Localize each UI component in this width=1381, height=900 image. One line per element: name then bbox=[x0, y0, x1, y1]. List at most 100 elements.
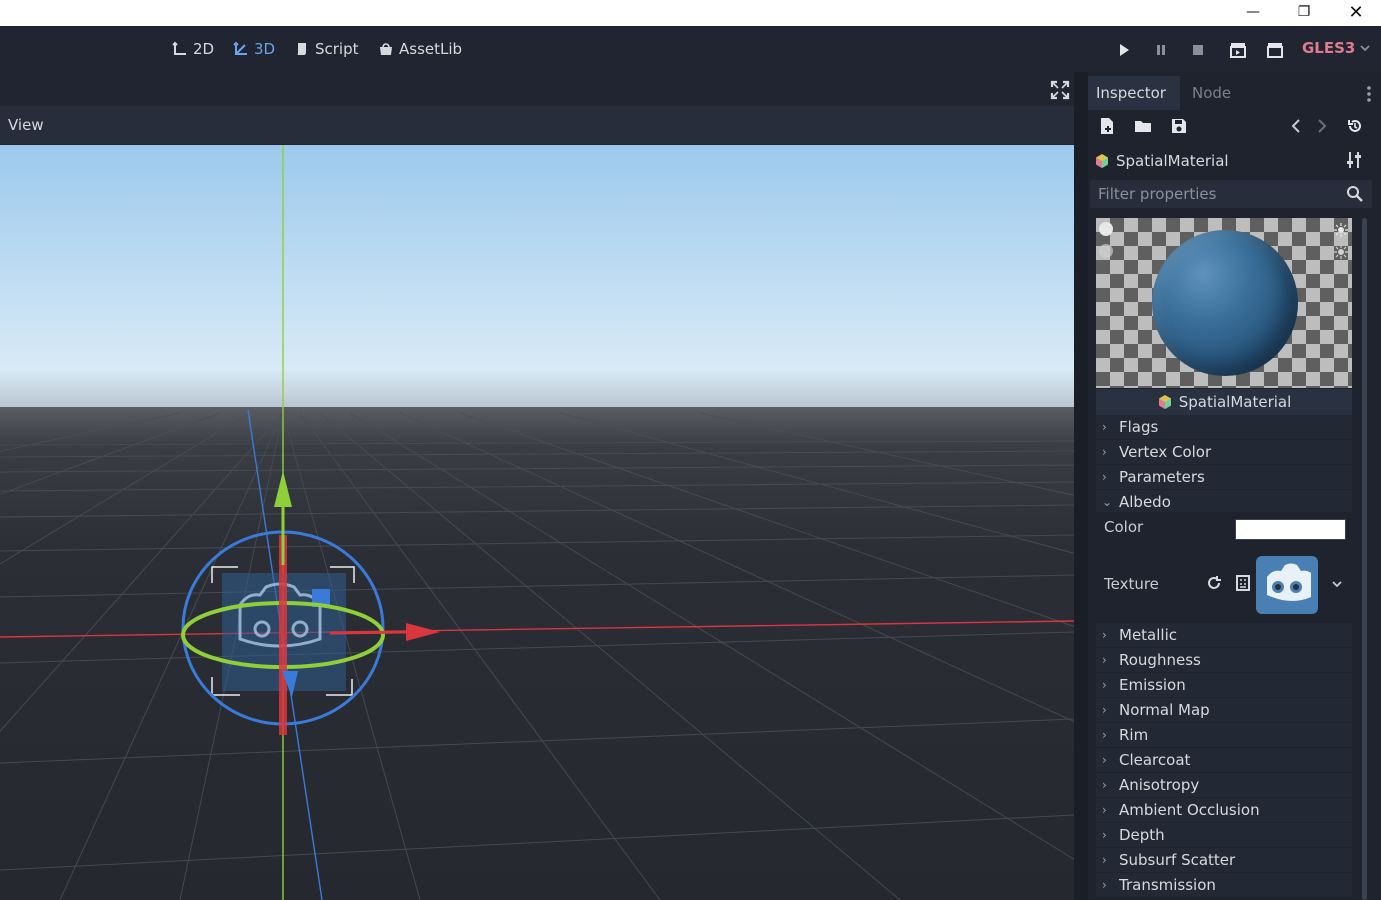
tab-inspector[interactable]: Inspector bbox=[1088, 76, 1180, 110]
dock-menu-button[interactable] bbox=[1366, 84, 1376, 104]
section-roughness[interactable]: › Roughness bbox=[1096, 648, 1352, 672]
inspector-scrollbar[interactable] bbox=[1362, 218, 1367, 900]
close-button[interactable]: ✕ bbox=[1333, 0, 1379, 24]
view-menu-label: View bbox=[8, 116, 44, 134]
assetlib-icon bbox=[380, 43, 392, 55]
section-transmission[interactable]: › Transmission bbox=[1096, 873, 1352, 897]
chevron-right-icon: › bbox=[1102, 703, 1107, 717]
chevron-right-icon: › bbox=[1102, 628, 1107, 642]
history-forward-button[interactable] bbox=[1312, 116, 1332, 136]
revert-icon bbox=[1208, 576, 1221, 589]
object-settings-button[interactable] bbox=[1346, 150, 1364, 170]
tab-inspector-label: Inspector bbox=[1096, 84, 1166, 102]
editor-topbar: 2D 3D Script AssetLib GLES3 bbox=[0, 26, 1381, 72]
filter-properties-input[interactable] bbox=[1098, 184, 1338, 204]
section-albedo[interactable]: ⌄ Albedo bbox=[1096, 490, 1352, 514]
fullscreen-icon bbox=[1050, 80, 1070, 100]
history-back-button[interactable] bbox=[1286, 116, 1306, 136]
renderer-dropdown[interactable]: GLES3 bbox=[1302, 39, 1371, 57]
clapperboard-custom-icon bbox=[1267, 43, 1283, 58]
preview-sphere-button[interactable] bbox=[1334, 222, 1348, 237]
section-label: Rim bbox=[1119, 726, 1149, 744]
pause-icon bbox=[1157, 45, 1165, 55]
filter-properties-box bbox=[1090, 180, 1372, 208]
history-icon bbox=[1348, 120, 1361, 132]
renderer-label: GLES3 bbox=[1302, 39, 1356, 57]
section-vertex-color[interactable]: › Vertex Color bbox=[1096, 440, 1352, 464]
mode-3d-button[interactable]: 3D bbox=[233, 38, 275, 60]
section-label: Flags bbox=[1119, 418, 1159, 436]
2d-mode-icon bbox=[172, 41, 186, 55]
tab-node-label: Node bbox=[1192, 84, 1232, 102]
section-label: Roughness bbox=[1119, 651, 1201, 669]
mode-2d-label: 2D bbox=[193, 40, 215, 58]
chevron-down-icon bbox=[1360, 45, 1370, 52]
section-flags[interactable]: › Flags bbox=[1096, 415, 1352, 439]
section-clearcoat[interactable]: › Clearcoat bbox=[1096, 748, 1352, 772]
chevron-right-icon: › bbox=[1102, 678, 1107, 692]
preview-box-button[interactable] bbox=[1334, 244, 1348, 259]
dock-splitter[interactable] bbox=[1074, 72, 1088, 900]
stop-button[interactable] bbox=[1189, 41, 1207, 59]
material-preview bbox=[1096, 218, 1352, 388]
sky bbox=[0, 145, 1074, 409]
chevron-right-icon: › bbox=[1102, 728, 1107, 742]
ground-plane bbox=[0, 407, 1074, 900]
pause-button[interactable] bbox=[1152, 41, 1170, 59]
save-resource-button[interactable] bbox=[1169, 116, 1189, 136]
section-emission[interactable]: › Emission bbox=[1096, 673, 1352, 697]
albedo-texture-slot[interactable] bbox=[1256, 556, 1318, 614]
play-button[interactable] bbox=[1115, 41, 1133, 59]
preview-light-2-toggle[interactable] bbox=[1099, 244, 1113, 258]
section-metallic[interactable]: › Metallic bbox=[1096, 623, 1352, 647]
history-button[interactable] bbox=[1345, 116, 1365, 136]
open-resource-button[interactable] bbox=[1133, 116, 1153, 136]
section-anisotropy[interactable]: › Anisotropy bbox=[1096, 773, 1352, 797]
section-label: Parameters bbox=[1119, 468, 1205, 486]
mode-2d-button[interactable]: 2D bbox=[172, 38, 214, 60]
resource-path-row[interactable]: SpatialMaterial bbox=[1094, 148, 1374, 174]
play-scene-button[interactable] bbox=[1229, 41, 1247, 59]
chevron-right-icon: › bbox=[1102, 828, 1107, 842]
chevron-right-icon: › bbox=[1102, 753, 1107, 767]
section-depth[interactable]: › Depth bbox=[1096, 823, 1352, 847]
section-normal-map[interactable]: › Normal Map bbox=[1096, 698, 1352, 722]
texture-revert-button[interactable] bbox=[1207, 574, 1225, 594]
distraction-free-button[interactable] bbox=[1050, 80, 1070, 100]
section-ambient-occlusion[interactable]: › Ambient Occlusion bbox=[1096, 798, 1352, 822]
section-subsurf-scatter[interactable]: › Subsurf Scatter bbox=[1096, 848, 1352, 872]
window-titlebar: — ❐ ✕ bbox=[0, 0, 1381, 26]
folder-icon bbox=[1135, 121, 1151, 132]
inspector-dock: Inspector Node SpatialMaterial Filter pr… bbox=[1088, 72, 1381, 900]
chevron-right-icon bbox=[1318, 119, 1327, 133]
play-custom-scene-button[interactable] bbox=[1266, 41, 1284, 59]
chevron-left-icon bbox=[1291, 119, 1300, 133]
minimize-button[interactable]: — bbox=[1230, 0, 1276, 24]
section-parameters[interactable]: › Parameters bbox=[1096, 465, 1352, 489]
section-rim[interactable]: › Rim bbox=[1096, 723, 1352, 747]
albedo-color-picker[interactable] bbox=[1235, 519, 1346, 540]
viewport-view-menu[interactable]: View bbox=[0, 106, 1074, 144]
section-label: Anisotropy bbox=[1119, 776, 1200, 794]
mode-script-button[interactable]: Script bbox=[294, 38, 359, 60]
kebab-menu-icon bbox=[1367, 86, 1371, 102]
mode-assetlib-button[interactable]: AssetLib bbox=[378, 38, 462, 60]
save-icon bbox=[1172, 119, 1186, 133]
section-label: Normal Map bbox=[1119, 701, 1210, 719]
chevron-right-icon: › bbox=[1102, 853, 1107, 867]
section-label: Albedo bbox=[1119, 493, 1171, 511]
section-label: Transmission bbox=[1119, 876, 1216, 894]
tab-node[interactable]: Node bbox=[1184, 76, 1239, 110]
section-label: Vertex Color bbox=[1119, 443, 1212, 461]
search-icon bbox=[1347, 186, 1363, 202]
3d-viewport[interactable] bbox=[0, 145, 1074, 900]
material-preview-name: SpatialMaterial bbox=[1178, 393, 1292, 411]
stop-icon bbox=[1193, 45, 1203, 55]
maximize-button[interactable]: ❐ bbox=[1281, 0, 1327, 24]
sun-icon bbox=[1334, 245, 1348, 259]
texture-options-dropdown[interactable] bbox=[1331, 578, 1347, 592]
preview-light-1-toggle[interactable] bbox=[1099, 222, 1113, 236]
clapperboard-icon bbox=[1230, 43, 1246, 58]
new-resource-button[interactable] bbox=[1097, 116, 1117, 136]
texture-make-unique-button[interactable] bbox=[1235, 574, 1253, 594]
